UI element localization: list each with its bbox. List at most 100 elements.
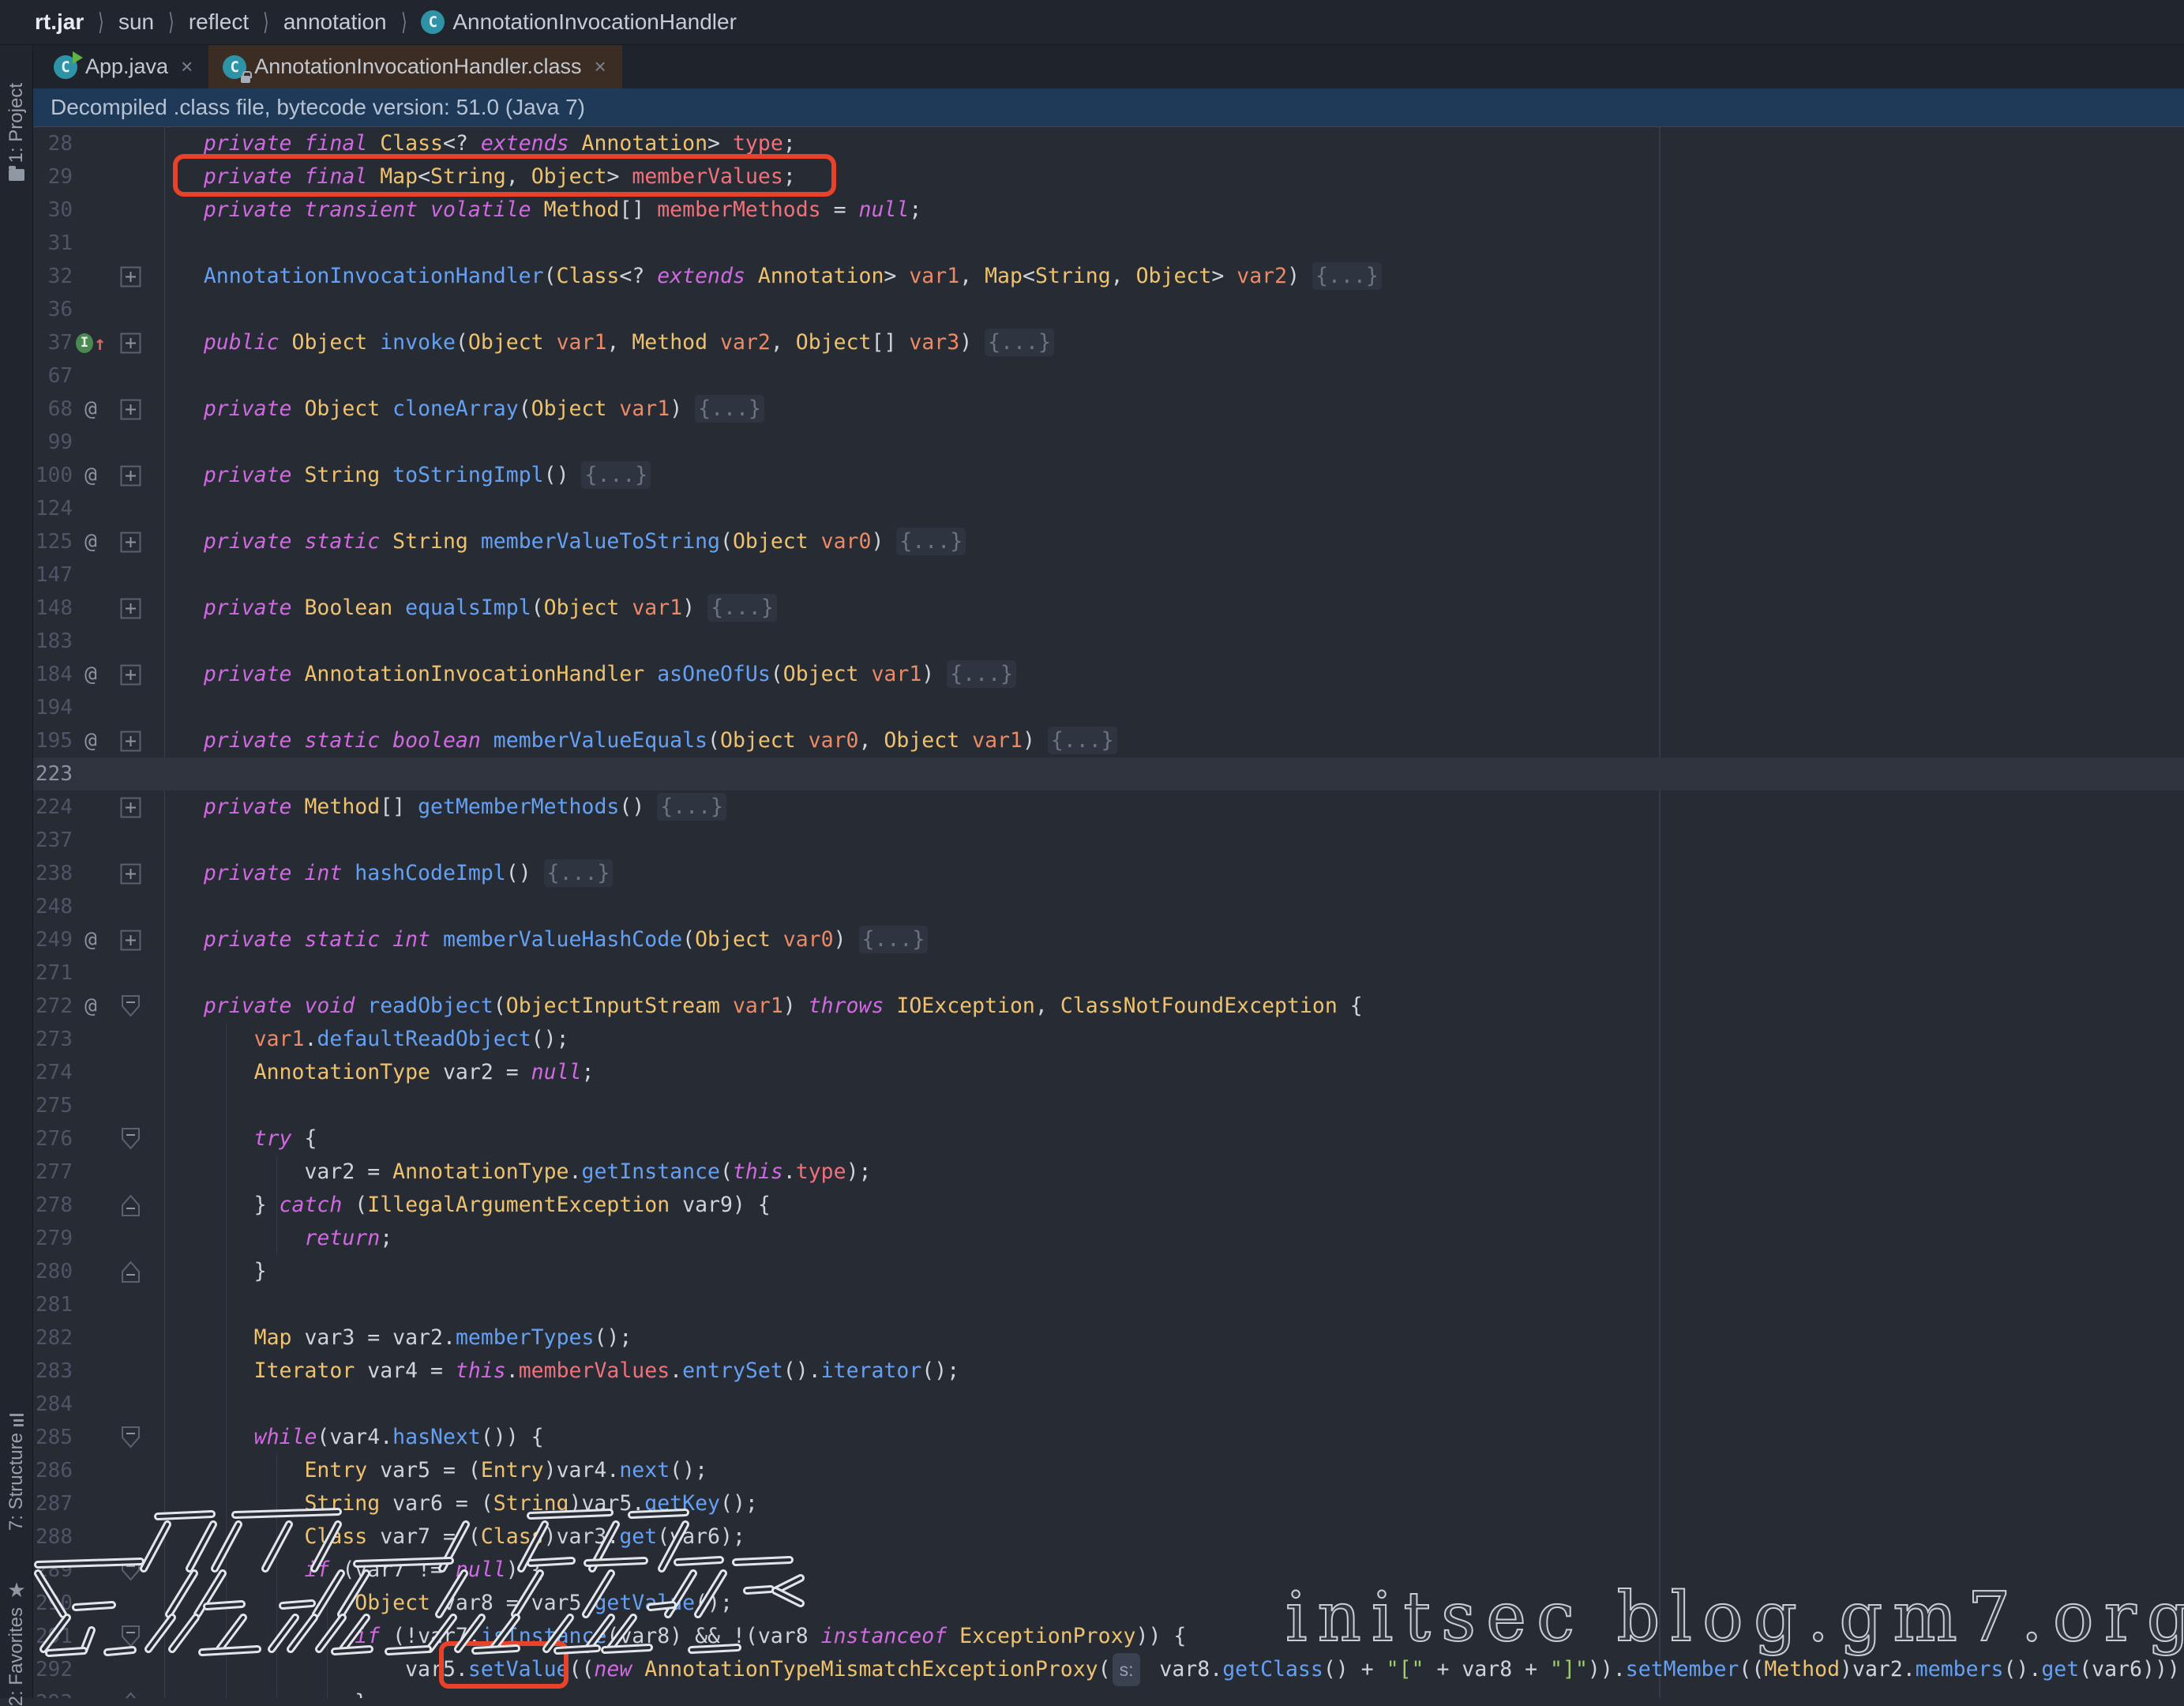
line-number[interactable]: 292 — [33, 1658, 76, 1682]
folded-code-placeholder[interactable]: {...} — [581, 461, 651, 489]
code-line[interactable]: 293 } — [33, 1686, 2184, 1698]
fold-marker-close[interactable] — [106, 1686, 142, 1698]
line-number[interactable]: 248 — [33, 895, 76, 919]
fold-marker-open[interactable] — [106, 1620, 142, 1653]
line-number[interactable]: 285 — [33, 1426, 76, 1449]
code-line[interactable]: 237 — [33, 824, 2184, 857]
close-icon[interactable]: × — [593, 54, 608, 79]
folded-code-placeholder[interactable]: {...} — [544, 859, 614, 887]
line-number[interactable]: 125 — [33, 530, 76, 554]
line-number[interactable]: 100 — [33, 464, 76, 487]
line-number[interactable]: 286 — [33, 1459, 76, 1482]
line-number[interactable]: 276 — [33, 1127, 76, 1151]
line-number[interactable]: 284 — [33, 1392, 76, 1416]
line-number[interactable]: 183 — [33, 629, 76, 653]
line-number[interactable]: 293 — [33, 1691, 76, 1698]
line-number[interactable]: 288 — [33, 1525, 76, 1549]
breadcrumb-item-rtjar[interactable]: rt.jar — [35, 9, 84, 35]
folded-code-placeholder[interactable]: {...} — [947, 660, 1016, 688]
fold-marker-open[interactable] — [106, 990, 142, 1023]
folded-code-placeholder[interactable]: {...} — [695, 395, 764, 423]
code-line[interactable]: 195@ private static boolean memberValueE… — [33, 724, 2184, 757]
fold-marker-plus[interactable] — [106, 724, 142, 757]
code-line[interactable]: 183 — [33, 625, 2184, 658]
code-line[interactable]: 68@ private Object cloneArray(Object var… — [33, 393, 2184, 426]
code-line[interactable]: 238 private int hashCodeImpl() {...} — [33, 857, 2184, 890]
code-line[interactable]: 271 — [33, 956, 2184, 990]
code-line[interactable]: 100@ private String toStringImpl() {...} — [33, 459, 2184, 492]
code-line[interactable]: 291 if (!var7.isInstance(var8) && !(var8… — [33, 1620, 2184, 1653]
code-line[interactable]: 273 var1.defaultReadObject(); — [33, 1023, 2184, 1056]
line-number[interactable]: 238 — [33, 862, 76, 885]
code-line[interactable]: 125@ private static String memberValueTo… — [33, 525, 2184, 558]
fold-marker-plus[interactable] — [106, 592, 142, 625]
line-number[interactable]: 30 — [33, 198, 76, 222]
line-number[interactable]: 148 — [33, 596, 76, 620]
code-line[interactable]: 223 — [33, 757, 2184, 791]
code-line[interactable]: 286 Entry var5 = (Entry)var4.next(); — [33, 1454, 2184, 1487]
folded-code-placeholder[interactable]: {...} — [1312, 262, 1382, 290]
fold-marker-open[interactable] — [106, 1554, 142, 1587]
code-line[interactable]: 30 private transient volatile Method[] m… — [33, 194, 2184, 227]
line-number[interactable]: 287 — [33, 1492, 76, 1516]
line-number[interactable]: 195 — [33, 729, 76, 753]
code-line[interactable]: 285 while(var4.hasNext()) { — [33, 1421, 2184, 1454]
code-line[interactable]: 224 private Method[] getMemberMethods() … — [33, 791, 2184, 824]
folded-code-placeholder[interactable]: {...} — [707, 594, 777, 622]
line-number[interactable]: 124 — [33, 497, 76, 520]
folded-code-placeholder[interactable]: {...} — [896, 528, 966, 555]
code-line[interactable]: 124 — [33, 492, 2184, 525]
line-number[interactable]: 278 — [33, 1193, 76, 1217]
code-line[interactable]: 184@ private AnnotationInvocationHandler… — [33, 658, 2184, 691]
code-line[interactable]: 277 var2 = AnnotationType.getInstance(th… — [33, 1155, 2184, 1189]
code-line[interactable]: 292 var5.setValue((new AnnotationTypeMis… — [33, 1653, 2184, 1686]
code-line[interactable]: 36 — [33, 293, 2184, 326]
fold-marker-close[interactable] — [106, 1189, 142, 1222]
code-line[interactable]: 67 — [33, 359, 2184, 393]
folded-code-placeholder[interactable]: {...} — [985, 329, 1054, 356]
breadcrumb-item-annotation[interactable]: annotation — [283, 9, 387, 35]
line-number[interactable]: 29 — [33, 165, 76, 189]
folded-code-placeholder[interactable]: {...} — [1048, 727, 1117, 754]
tab-app-java[interactable]: C App.java × — [39, 45, 208, 88]
code-line[interactable]: 287 String var6 = (String)var5.getKey(); — [33, 1487, 2184, 1520]
code-line[interactable]: 29 private final Map<String, Object> mem… — [33, 160, 2184, 194]
line-number[interactable]: 274 — [33, 1061, 76, 1084]
code-line[interactable]: 248 — [33, 890, 2184, 923]
code-line[interactable]: 281 — [33, 1288, 2184, 1321]
line-number[interactable]: 237 — [33, 829, 76, 852]
line-number[interactable]: 194 — [33, 696, 76, 720]
line-number[interactable]: 291 — [33, 1625, 76, 1648]
line-number[interactable]: 280 — [33, 1260, 76, 1283]
line-number[interactable]: 273 — [33, 1028, 76, 1051]
line-number[interactable]: 282 — [33, 1326, 76, 1350]
fold-marker-plus[interactable] — [106, 791, 142, 824]
line-number[interactable]: 279 — [33, 1227, 76, 1250]
line-number[interactable]: 272 — [33, 994, 76, 1018]
code-line[interactable]: 249@ private static int memberValueHashC… — [33, 923, 2184, 956]
folded-code-placeholder[interactable]: {...} — [859, 926, 929, 953]
code-line[interactable]: 278 } catch (IllegalArgumentException va… — [33, 1189, 2184, 1222]
line-number[interactable]: 184 — [33, 663, 76, 686]
line-number[interactable]: 275 — [33, 1094, 76, 1118]
line-number[interactable]: 290 — [33, 1591, 76, 1615]
line-number[interactable]: 223 — [33, 762, 76, 786]
line-number[interactable]: 99 — [33, 430, 76, 454]
code-line[interactable]: 288 Class var7 = (Class)var3.get(var6); — [33, 1520, 2184, 1554]
code-editor[interactable]: 28 private final Class<? extends Annotat… — [33, 127, 2184, 1698]
code-line[interactable]: 282 Map var3 = var2.memberTypes(); — [33, 1321, 2184, 1355]
code-line[interactable]: 28 private final Class<? extends Annotat… — [33, 127, 2184, 160]
code-line[interactable]: 284 — [33, 1388, 2184, 1421]
code-line[interactable]: 283 Iterator var4 = this.memberValues.en… — [33, 1355, 2184, 1388]
line-number[interactable]: 147 — [33, 563, 76, 587]
close-icon[interactable]: × — [179, 54, 194, 79]
code-line[interactable]: 290 Object var8 = var5.getValue(); — [33, 1587, 2184, 1620]
fold-marker-plus[interactable] — [106, 857, 142, 890]
line-number[interactable]: 68 — [33, 397, 76, 421]
breadcrumb-item-sun[interactable]: sun — [118, 9, 154, 35]
code-line[interactable]: 99 — [33, 426, 2184, 459]
line-number[interactable]: 36 — [33, 298, 76, 321]
sidebar-item-favorites[interactable]: ★ 2: Favorites — [0, 1573, 33, 1706]
sidebar-item-project[interactable]: 1: Project — [0, 83, 33, 187]
code-line[interactable]: 276 try { — [33, 1122, 2184, 1155]
